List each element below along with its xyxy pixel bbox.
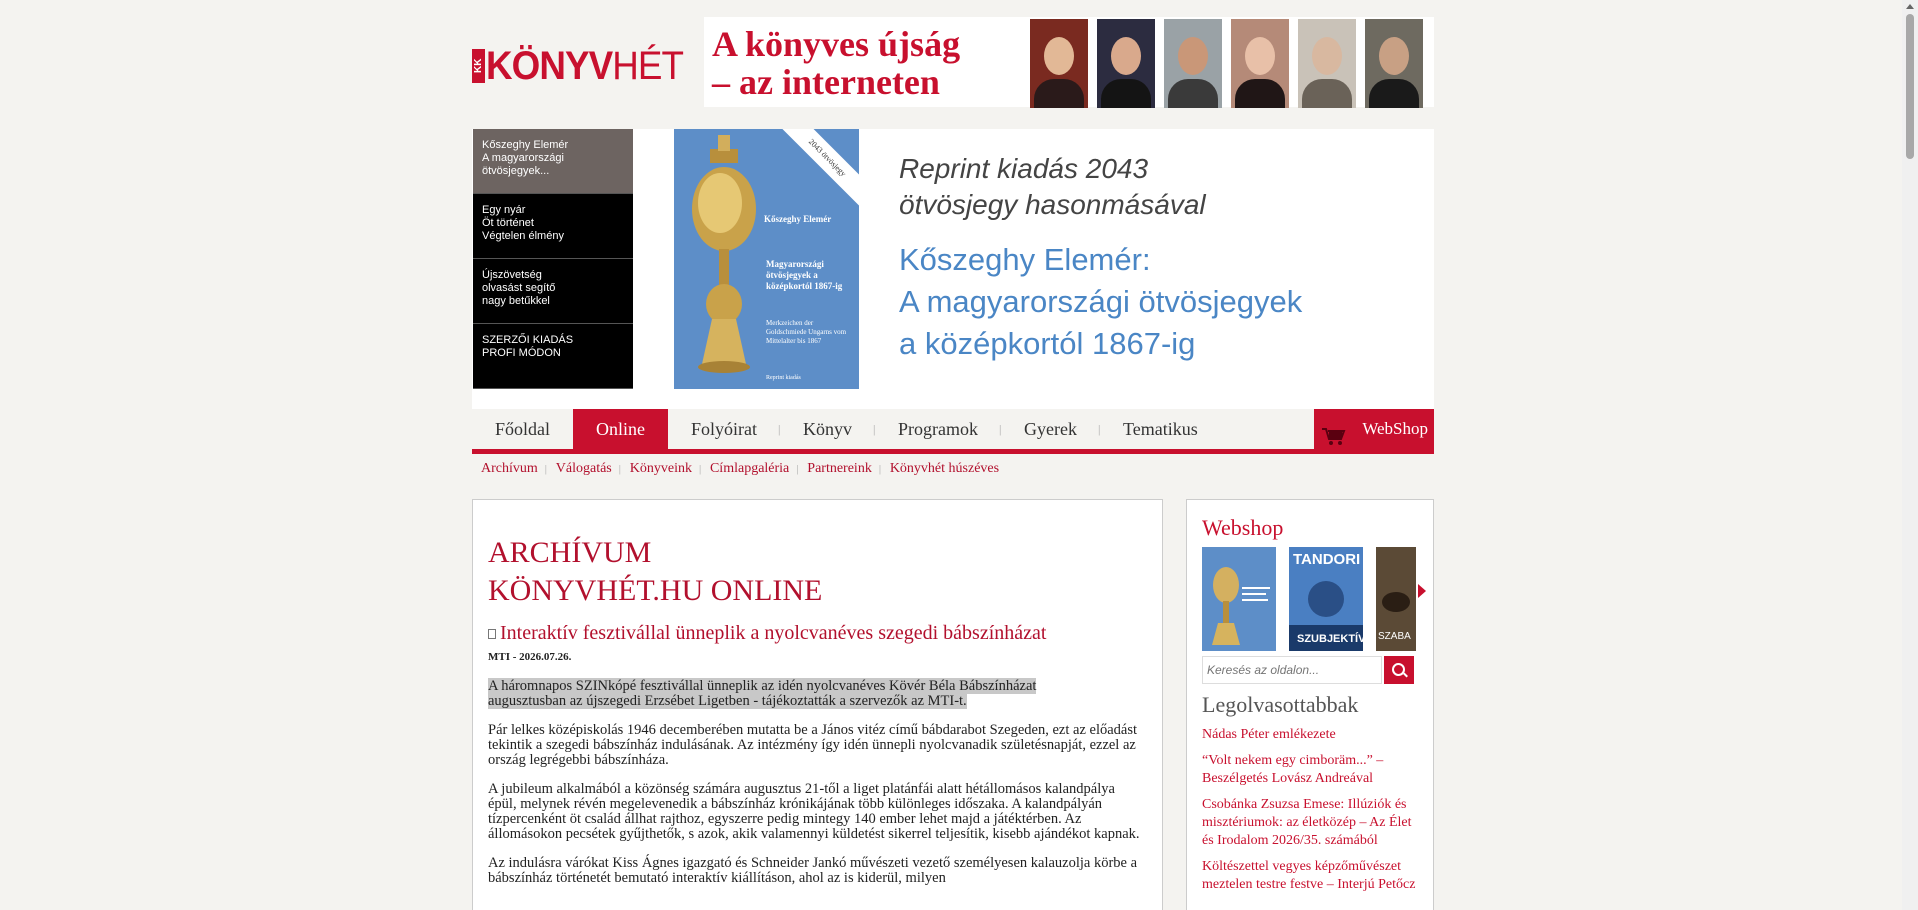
page-scrollbar[interactable] [1902, 0, 1918, 910]
carousel-next-arrow-icon[interactable] [1418, 584, 1426, 598]
banner-slogan: A könyves újság – az interneten [712, 25, 960, 101]
nav-webshop-label: WebShop [1362, 419, 1428, 438]
most-read-item[interactable]: Nádas Péter emlékezete [1202, 726, 1418, 744]
carousel-book[interactable]: SZABA [1376, 547, 1416, 651]
nav-item-gyerek[interactable]: Gyerek [999, 409, 1100, 449]
sidebar: Webshop TANDORI SZUBJEKTÍV SZABA Legolva… [1186, 499, 1434, 910]
feature-text-line: ötvösjegy hasonmásával [899, 189, 1206, 220]
most-read-item[interactable]: Csobánka Zsuzsa Emese: Illúziók és miszt… [1202, 796, 1418, 850]
subnav-item-konyveink[interactable]: Könyveink [619, 459, 701, 479]
article-lead-line1: A háromnapos SZINkópé fesztivállal ünnep… [488, 678, 1037, 694]
nav-item-fooldal[interactable]: Főoldal [472, 409, 573, 449]
article-panel: ARCHÍVUM KÖNYVHÉT.HU ONLINE Interaktív f… [472, 499, 1163, 910]
feature-text[interactable]: Reprint kiadás 2043 ötvösjegy hasonmásáv… [899, 151, 1302, 365]
subnav-item-konyvhet-huszeves[interactable]: Könyvhét húszéves [879, 459, 1008, 479]
article-meta: MTI - 2026.07.26. [488, 651, 572, 663]
site-search [1202, 656, 1418, 684]
carousel-book[interactable] [1202, 547, 1276, 651]
article-lead-line2: augusztusban az újszegedi Erzsébet Liget… [488, 693, 967, 709]
author-photo [1365, 19, 1423, 108]
article-paragraph: Az indulásra várókat Kiss Ágnes igazgató… [488, 855, 1138, 886]
author-photo [1164, 19, 1222, 108]
cover-author: Kőszeghy Elemér [764, 214, 832, 224]
feature-tab[interactable]: Kőszeghy Elemér A magyarországi ötvösjeg… [473, 129, 633, 194]
logo-text-bold: KÖNYV [486, 43, 613, 88]
webshop-title[interactable]: Webshop [1202, 515, 1418, 541]
nav-item-tematikus[interactable]: Tematikus [1098, 409, 1221, 449]
scroll-thumb[interactable] [1906, 14, 1914, 159]
most-read-item[interactable]: “Volt nekem egy cimboräm...” – Beszélget… [1202, 752, 1418, 788]
feature-headline-line: a középkortól 1867-ig [899, 326, 1196, 361]
carousel-book-title: SZABA [1378, 631, 1411, 642]
banner-slogan-line2: – az interneten [712, 62, 940, 102]
nav-item-folyoirat[interactable]: Folyóirat [668, 409, 780, 449]
banner-slogan-line1: A könyves újság [712, 24, 961, 64]
logo-kk-mark: KK [472, 49, 485, 83]
carousel-book-subtitle: SZUBJEKTÍV [1297, 633, 1363, 645]
feature-tab[interactable]: Újszövetség olvasást segítő nagy betűkke… [473, 259, 633, 324]
carousel-book[interactable]: TANDORI SZUBJEKTÍV [1289, 547, 1363, 651]
feature-headline-line: A magyarországi ötvösjegyek [899, 284, 1303, 319]
most-read-list: Nádas Péter emlékezete “Volt nekem egy c… [1202, 726, 1418, 894]
article-paragraph: A jubileum alkalmából a közönség számára… [488, 781, 1140, 842]
feature-tab[interactable]: Egy nyár Öt történet Végtelen élmény [473, 194, 633, 259]
subnav-item-partnereink[interactable]: Partnereink [796, 459, 881, 479]
nav-item-konyv[interactable]: Könyv [778, 409, 875, 449]
logo-text: KÖNYVHÉT [486, 43, 684, 89]
cover-publisher: Reprint kiadás [766, 375, 801, 381]
subnav-item-archivum[interactable]: Archívum [481, 459, 547, 479]
sub-nav: Archívum Válogatás Könyveink Címlapgalér… [481, 459, 1008, 479]
search-icon[interactable] [1384, 656, 1414, 684]
section-title-line2: KÖNYVHÉT.HU ONLINE [488, 574, 823, 607]
cover-title: Magyarországi ötvösjegyek a középkortól … [766, 259, 843, 291]
goblet-thumb [1212, 567, 1270, 645]
scroll-up-arrow-icon[interactable] [1906, 4, 1914, 9]
article-title-text: Interaktív fesztivállal ünneplik a nyolc… [500, 622, 1047, 644]
article-paragraph: Pár lelkes középiskolás 1946 decemberébe… [488, 722, 1138, 768]
most-read-title: Legolvasottabbak [1202, 692, 1359, 717]
document-icon [488, 628, 496, 639]
feature-text-line: Reprint kiadás 2043 [899, 153, 1149, 184]
author-photo [1030, 19, 1088, 108]
nav-webshop-button[interactable]: WebShop [1314, 409, 1434, 449]
webshop-carousel: TANDORI SZUBJEKTÍV SZABA [1202, 547, 1432, 651]
feature-tab[interactable]: SZERZŐI KIADÁS PROFI MÓDON [473, 324, 633, 389]
banner-author-photos [1030, 19, 1423, 108]
site-logo[interactable]: KK KÖNYVHÉT [472, 41, 694, 91]
header-banner[interactable]: A könyves újság – az interneten [704, 17, 1434, 108]
article-lead: A háromnapos SZINkópé fesztivállal ünnep… [488, 678, 1147, 709]
subnav-item-valogatas[interactable]: Válogatás [545, 459, 621, 479]
author-photo [1097, 19, 1155, 108]
cart-icon [1322, 421, 1346, 445]
article-title[interactable]: Interaktív fesztivállal ünneplik a nyolc… [488, 622, 1147, 645]
carousel-book-title: TANDORI [1293, 551, 1361, 568]
feature-slider: Kőszeghy Elemér A magyarországi ötvösjeg… [472, 129, 1434, 409]
subnav-item-cimlapgaleria[interactable]: Címlapgaléria [699, 459, 798, 479]
feature-book-cover[interactable]: 2043 ötvösjegy Kőszeghy Elemér Magyarors… [674, 129, 859, 389]
author-photo [1231, 19, 1289, 108]
nav-item-online[interactable]: Online [573, 409, 669, 449]
search-input[interactable] [1202, 656, 1382, 684]
nav-item-programok[interactable]: Programok [873, 409, 1001, 449]
cover-subtitle: Merkzeichen der Goldschmiede Ungarns vom… [766, 319, 847, 345]
feature-tabs: Kőszeghy Elemér A magyarországi ötvösjeg… [473, 129, 633, 389]
main-nav: Főoldal Online Folyóirat Könyv Programok… [472, 409, 1434, 454]
logo-text-thin: HÉT [612, 43, 684, 88]
section-title: ARCHÍVUM KÖNYVHÉT.HU ONLINE [488, 534, 1147, 610]
most-read-item[interactable]: Költészettel vegyes képzőművészet meztel… [1202, 858, 1418, 894]
feature-headline-line: Kőszeghy Elemér: [899, 242, 1151, 277]
author-photo [1298, 19, 1356, 108]
site-header: KK KÖNYVHÉT A könyves újság – az interne… [472, 15, 1434, 109]
section-title-line1: ARCHÍVUM [488, 536, 652, 569]
